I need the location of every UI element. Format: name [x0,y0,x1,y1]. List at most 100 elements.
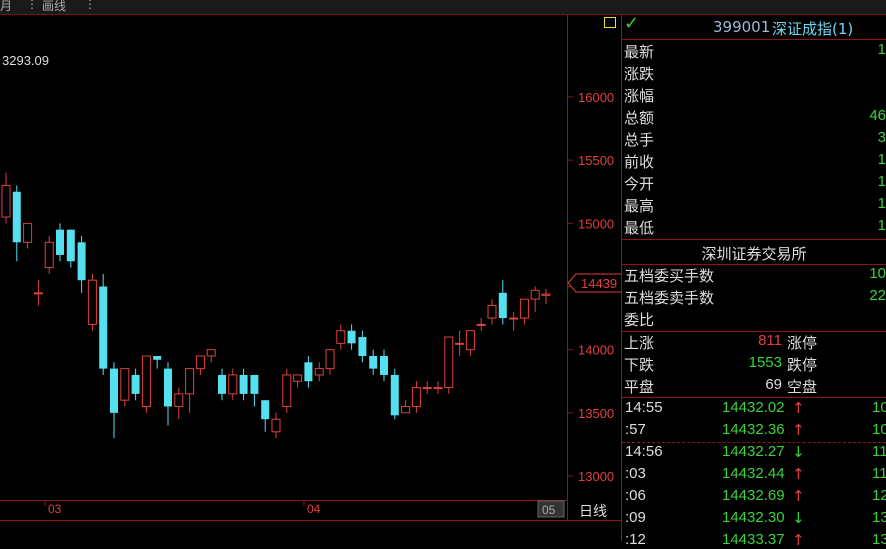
breadth-count: 811 [758,332,782,349]
tick-volume: 11 [872,443,886,460]
quote-row-value: 1 [877,217,886,234]
check-icon[interactable]: ✓ [624,13,639,34]
candle-body [519,298,529,319]
candle-body [33,292,43,295]
candle-body [314,368,324,376]
divider [622,397,886,398]
y-tick-label: 13000 [578,469,614,484]
quote-row-value: 1 [877,195,886,212]
y-tick-label: 15500 [578,153,614,168]
period-label: 日线 [579,504,607,520]
candle-body [476,323,486,326]
tick-time: 14:55 [625,399,663,416]
candle-body [195,355,205,370]
candle-body [206,349,216,357]
candle-body [261,400,270,420]
order-row-label: 委比 [624,311,655,329]
candle [141,355,151,413]
tick-price: 14432.30 [722,509,785,526]
toolbar-item-draw[interactable]: 画线 [42,0,66,14]
candle-body [1,184,11,218]
index-name: 深证成指(1) [772,20,854,38]
candlestick-chart[interactable]: 16000155001500014500140001350013000 0304… [0,15,622,541]
divider [622,331,886,332]
y-tick-label: 13500 [578,406,614,421]
candle-body [530,289,540,300]
candle-body [444,336,454,389]
candle-body [110,368,118,413]
candle [390,368,399,420]
quote-header: ✓ 399001 深证成指(1) [622,13,886,39]
divider [622,39,886,40]
arrow-up-icon: ↑ [792,465,805,483]
settings-toggle-box[interactable] [604,17,616,28]
candle [282,368,292,413]
candle-body [433,387,443,390]
candle-body [411,387,421,408]
quote-panel: ✓ 399001 深证成指(1) 最新 1 涨跌 涨幅 总额 46 总手 3 前收 1 今开 1 最高 1… [622,13,886,549]
breadth-count: 1553 [748,354,782,371]
candle-body [509,317,519,320]
arrow-down-icon: ↓ [792,443,805,461]
toolbar-item-month[interactable]: 月 [0,0,12,14]
candle-body [99,286,108,369]
candle-body [66,229,75,262]
candle-body [465,330,475,351]
candle-body [541,293,551,296]
candle-body [422,387,432,390]
candle-body [131,374,140,394]
candle-body [498,292,507,319]
tick-volume: 13 [872,531,886,548]
arrow-up-icon: ↑ [792,421,805,439]
candle-body [174,393,184,408]
tick-time: :03 [625,465,646,482]
candle-body [228,374,238,395]
top-toolbar: 月 ⋮ 画线 ⋮ [0,0,886,15]
candle-body [487,304,497,319]
quote-row-label: 总手 [624,131,655,149]
candle [444,336,454,394]
quote-row-value: 1 [877,41,886,58]
period-selector[interactable]: 日线 [573,499,621,520]
tick-time: :57 [625,421,646,438]
tick-price: 14433.37 [722,531,785,548]
x-label-05: 05 [542,503,556,517]
candle-body [336,330,346,344]
candle-body [218,374,226,394]
candle-body [141,355,151,408]
candle-body [164,368,172,407]
tick-price: 14432.44 [722,465,785,482]
candle-body [401,406,411,414]
order-row-label: 五档委买手数 [624,267,715,285]
quote-row-label: 今开 [624,175,655,193]
breadth-label: 平盘 [624,378,655,396]
index-code: 399001 [713,18,771,36]
quote-row-value: 1 [877,151,886,168]
tick-price: 14432.36 [722,421,785,438]
arrow-up-icon: ↑ [792,531,805,549]
candle-body [369,355,378,369]
x-tick-label: 04 [307,502,321,516]
order-row-label: 五档委卖手数 [624,289,715,307]
tick-time: :06 [625,487,646,504]
candle-body [239,374,248,394]
candle-body [347,330,356,344]
breadth-extra: 涨停 [787,334,818,352]
candle-body [87,279,97,325]
quote-row-label: 最高 [624,197,655,215]
tick-price: 14432.02 [722,399,785,416]
tick-volume: 12 [872,487,886,504]
candle-body [271,418,281,433]
last-price-marker: 14439 [567,273,622,293]
candle-body [293,374,303,382]
candle-body [325,349,335,370]
candle-body [77,242,86,281]
candle-body [282,374,292,408]
candle-body [455,342,465,345]
breadth-label: 下跌 [624,356,655,374]
breadth-label: 上涨 [624,334,655,352]
y-tick-label: 14000 [578,343,614,358]
order-row-value: 22 [869,287,886,304]
candle-body [120,368,130,401]
quote-row-label: 最低 [624,219,655,237]
